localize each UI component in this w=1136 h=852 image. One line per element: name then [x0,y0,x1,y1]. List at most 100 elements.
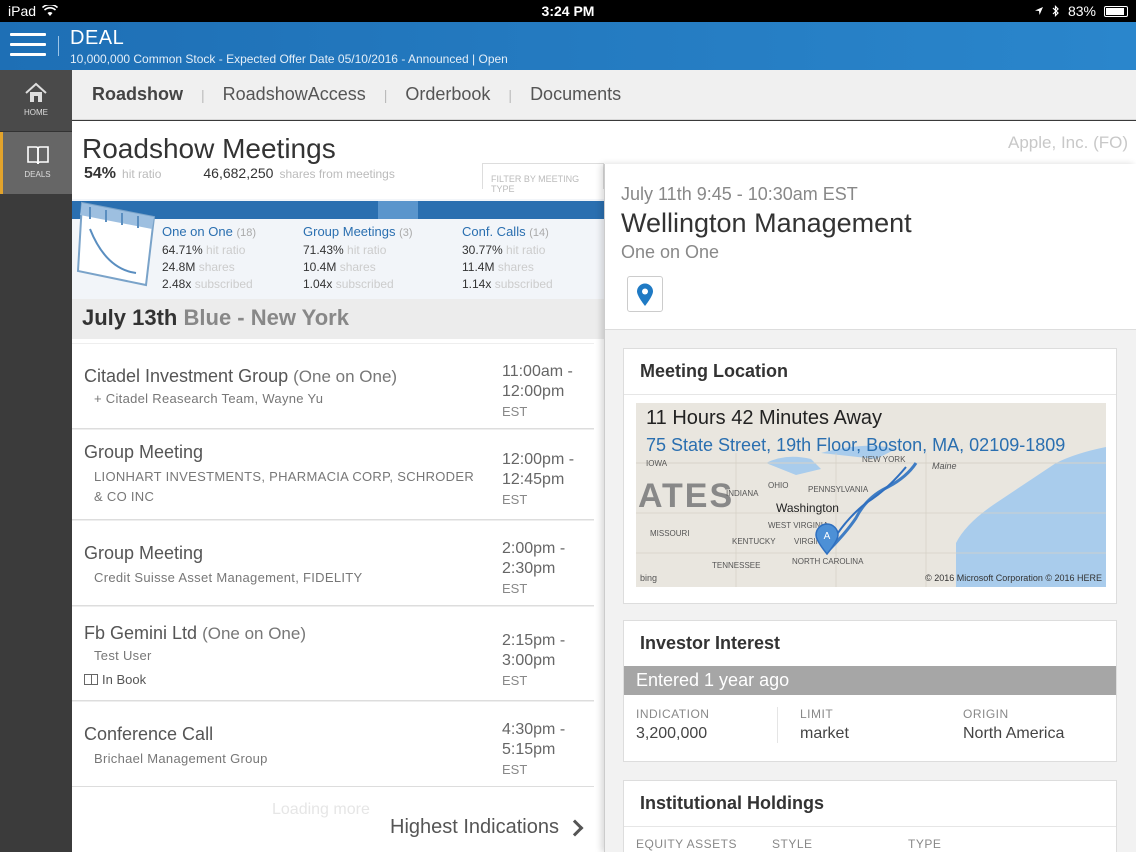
meeting-name: Citadel Investment Group [84,366,289,386]
meeting-time: 2:15pm -3:00pm EST [502,632,566,688]
meeting-attendees: Test User [94,648,152,663]
stat-one-on-one-subscribed-label: subscribed [194,277,253,291]
stat-one-on-one-subscribed: 2.48x [162,277,192,291]
company-name: Apple, Inc. (FO) [1008,133,1128,152]
list-item[interactable]: Conference Call Brichael Management Grou… [72,701,594,787]
rail-deals-label: DEALS [24,170,51,179]
tab-orderbook[interactable]: Orderbook [405,84,508,105]
map-label-washington: Washington [776,501,839,515]
stat-group-meetings-name: Group Meetings [303,224,396,239]
map-label-pennsylvania: PENNSYLVANIA [808,485,869,494]
detail-header: July 11th 9:45 - 10:30am EST Wellington … [605,164,1136,330]
meeting-location-card: Meeting Location 11 Hours 42 Minutes Awa… [623,348,1117,604]
location-pin-button[interactable] [627,276,663,312]
page-title: Roadshow Meetings [82,133,336,164]
map-copyright: © 2016 Microsoft Corporation © 2016 HERE [925,573,1102,583]
stat-group-meetings-subscribed-label: subscribed [335,277,394,291]
stat-one-on-one-name: One on One [162,224,233,239]
hit-ratio-value: 54% [84,165,117,182]
detail-time: July 11th 9:45 - 10:30am EST [621,184,858,204]
stat-conf-calls[interactable]: Conf. Calls (14) 30.77% hit ratio 11.4M … [462,223,553,293]
list-item[interactable]: Citadel Investment Group (One on One) + … [72,343,594,429]
battery-percent: 83% [1067,3,1096,19]
meeting-type: (One on One) [293,367,398,386]
map-label-tennessee: TENNESSEE [712,561,761,570]
map-label-north-carolina: NORTH CAROLINA [792,557,864,566]
rail-deals-button[interactable]: DEALS [0,132,72,194]
institutional-holdings-card: Institutional Holdings EQUITY ASSETS STY… [623,780,1117,852]
meeting-location-title: Meeting Location [624,349,1116,395]
map-label-ohio: OHIO [768,481,789,490]
list-item[interactable]: Fb Gemini Ltd (One on One) Test User In … [72,606,594,701]
meeting-attendees: Credit Suisse Asset Management, FIDELITY [94,570,363,585]
calendar-icon [76,201,156,287]
location-map[interactable]: 11 Hours 42 Minutes Away 75 State Street… [636,403,1106,587]
side-rail: HOME DEALS [0,70,72,852]
meeting-detail-panel: July 11th 9:45 - 10:30am EST Wellington … [604,164,1136,852]
stat-group-meetings-ratio: 71.43% [303,243,344,257]
stat-one-on-one-shares: 24.8M [162,260,196,274]
map-marker-icon: A [815,523,839,555]
tab-documents[interactable]: Documents [530,84,639,105]
svg-text:A: A [824,531,831,542]
meeting-time: 11:00am -12:00pm EST [502,363,573,419]
stat-group-meetings-count: (3) [399,227,413,239]
holdings-col-equity-assets: EQUITY ASSETS [636,837,737,851]
list-item[interactable]: Group Meeting LIONHART INVESTMENTS, PHAR… [72,429,594,520]
hit-ratio-summary: 54% hit ratio 46,682,250 shares from mee… [84,165,395,183]
stat-one-on-one-count: (18) [236,227,257,239]
home-icon [25,82,47,102]
meeting-name: Group Meeting [84,543,204,563]
stat-conf-calls-subscribed-label: subscribed [494,277,553,291]
entered-date-bar: Entered 1 year ago [624,666,1116,695]
rail-home-label: HOME [24,108,48,117]
hamburger-menu-icon[interactable] [10,33,46,59]
rail-home-button[interactable]: HOME [0,70,72,132]
stat-group-meetings[interactable]: Group Meetings (3) 71.43% hit ratio 10.4… [303,223,413,293]
detail-investor-name: Wellington Management [621,208,912,238]
location-arrow-icon [1034,7,1043,15]
map-address-link[interactable]: 75 State Street, 19th Floor, Boston, MA,… [646,435,1065,456]
meeting-list: Citadel Investment Group (One on One) + … [72,343,594,787]
indication-value: 3,200,000 [636,725,708,742]
limit-value: market [800,725,849,742]
stat-conf-calls-subscribed: 1.14x [462,277,492,291]
book-open-icon [26,146,49,165]
stat-conf-calls-ratio: 30.77% [462,243,503,257]
stat-conf-calls-ratio-label: hit ratio [506,243,546,257]
filter-by-meeting-type-tab[interactable]: FILTER BY MEETING TYPE [482,163,604,194]
shares-value: 46,682,250 [203,165,274,181]
stat-conf-calls-shares-label: shares [497,260,534,274]
meeting-attendees: + Citadel Reasearch Team, Wayne Yu [94,391,324,406]
clock: 3:24 PM [541,3,595,19]
meeting-attendees: Brichael Management Group [94,751,268,766]
map-label-iowa: IOWA [646,459,668,468]
tab-roadshow-access[interactable]: RoadshowAccess [223,84,384,105]
stat-one-on-one[interactable]: One on One (18) 64.71% hit ratio 24.8M s… [162,223,256,293]
app-header: DEAL 10,000,000 Common Stock - Expected … [0,22,1136,70]
highest-indications-link[interactable]: Highest Indications [390,816,584,839]
indication-label: INDICATION [636,707,710,721]
limit-label: LIMIT [800,707,834,721]
day-location: Blue - New York [183,305,349,330]
map-pin-icon [637,283,653,306]
meeting-time: 4:30pm -5:15pm EST [502,721,566,777]
chevron-right-icon [566,819,584,836]
stat-one-on-one-ratio-label: hit ratio [206,243,246,257]
battery-icon [1104,5,1128,17]
meeting-name: Conference Call [84,724,214,744]
map-label-kentucky: KENTUCKY [732,537,776,546]
stat-conf-calls-count: (14) [529,227,549,239]
list-item[interactable]: Group Meeting Credit Suisse Asset Manage… [72,520,594,606]
day-date: July 13th [82,305,178,330]
header-divider [58,36,59,56]
map-label-states: ATES [638,477,735,515]
book-icon [84,674,98,685]
stat-one-on-one-ratio: 64.71% [162,243,203,257]
investor-interest-title: Investor Interest [640,633,781,653]
tab-roadshow[interactable]: Roadshow [92,84,201,105]
map-label-missouri: MISSOURI [650,529,690,538]
meeting-time: 12:00pm -12:45pm EST [502,451,575,507]
bing-logo: bing [640,573,658,583]
holdings-col-type: TYPE [908,837,942,851]
